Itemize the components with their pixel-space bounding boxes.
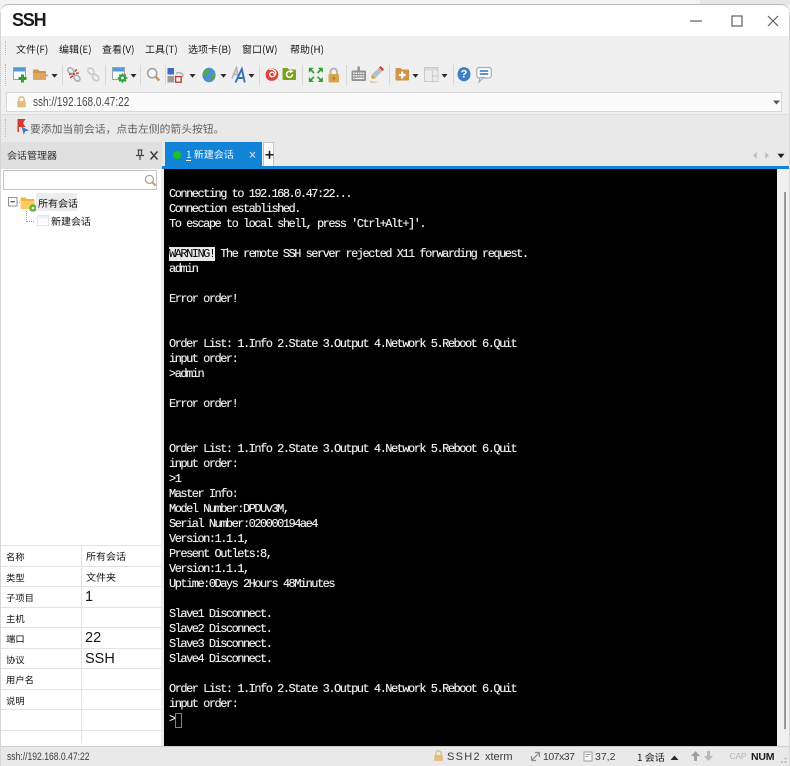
- svg-text:?: ?: [461, 69, 468, 81]
